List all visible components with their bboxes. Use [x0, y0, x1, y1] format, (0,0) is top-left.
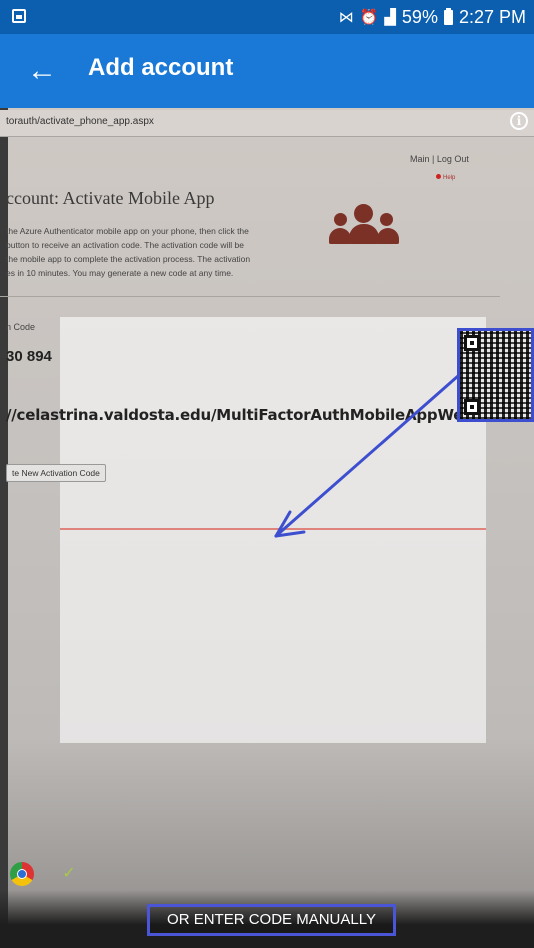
photo-code-value: 30 894 [6, 348, 52, 365]
status-bar: ⋈ ⏰ ▟ 59% 2:27 PM [0, 0, 534, 34]
photo-nav-links: Main | Log Out [410, 154, 469, 164]
instruction-line: the Azure Authenticator mobile app on yo… [6, 226, 249, 236]
clock: 2:27 PM [458, 7, 526, 27]
alarm-icon: ⏰ [359, 8, 379, 26]
page-title: Add account [88, 54, 234, 81]
battery-percent: 59% [401, 7, 438, 27]
photo-divider [0, 296, 500, 297]
chrome-icon [10, 862, 34, 886]
scan-line [60, 528, 486, 530]
photo-url-text: torauth/activate_phone_app.aspx [6, 116, 154, 127]
phone-screen: ⋈ ⏰ ▟ 59% 2:27 PM ← Add account torauth/… [0, 0, 534, 948]
instruction-line: es in 10 minutes. You may generate a new… [6, 268, 234, 278]
scan-frame [60, 317, 486, 743]
photo-page-heading: ccount: Activate Mobile App [6, 188, 215, 208]
instruction-line: the mobile app to complete the activatio… [6, 254, 251, 264]
back-arrow-icon: ← [27, 54, 57, 87]
instruction-line: button to receive an activation code. Th… [6, 240, 244, 250]
photo-instructions: the Azure Authenticator mobile app on yo… [6, 224, 306, 280]
photo-help-link: Help [436, 174, 455, 181]
mute-icon: ⋈ [338, 8, 354, 26]
enter-code-manually-button[interactable]: OR ENTER CODE MANUALLY [147, 904, 396, 936]
photo-code-label: n Code [6, 322, 36, 332]
taskbar-app-icon: ✓ [62, 865, 76, 882]
status-icons: ⋈ ⏰ ▟ 59% 2:27 PM [339, 7, 526, 28]
photo-url-bar: torauth/activate_phone_app.aspx [0, 110, 534, 137]
back-button[interactable]: ← [22, 52, 62, 92]
gallery-notification-icon [12, 9, 26, 23]
qr-finder-pattern [464, 399, 480, 415]
users-icon [326, 204, 402, 244]
info-icon[interactable]: i [510, 112, 528, 130]
camera-view: torauth/activate_phone_app.aspx i Main |… [0, 108, 534, 948]
battery-icon [443, 8, 453, 25]
app-bar: ← Add account [0, 34, 534, 108]
photo-generate-code-button: te New Activation Code [6, 464, 106, 482]
signal-icon: ▟ [384, 8, 396, 26]
photo-service-url: //celastrina.valdosta.edu/MultiFactorAut… [6, 406, 534, 424]
qr-finder-pattern [464, 335, 480, 351]
qr-code-highlight [457, 328, 534, 422]
